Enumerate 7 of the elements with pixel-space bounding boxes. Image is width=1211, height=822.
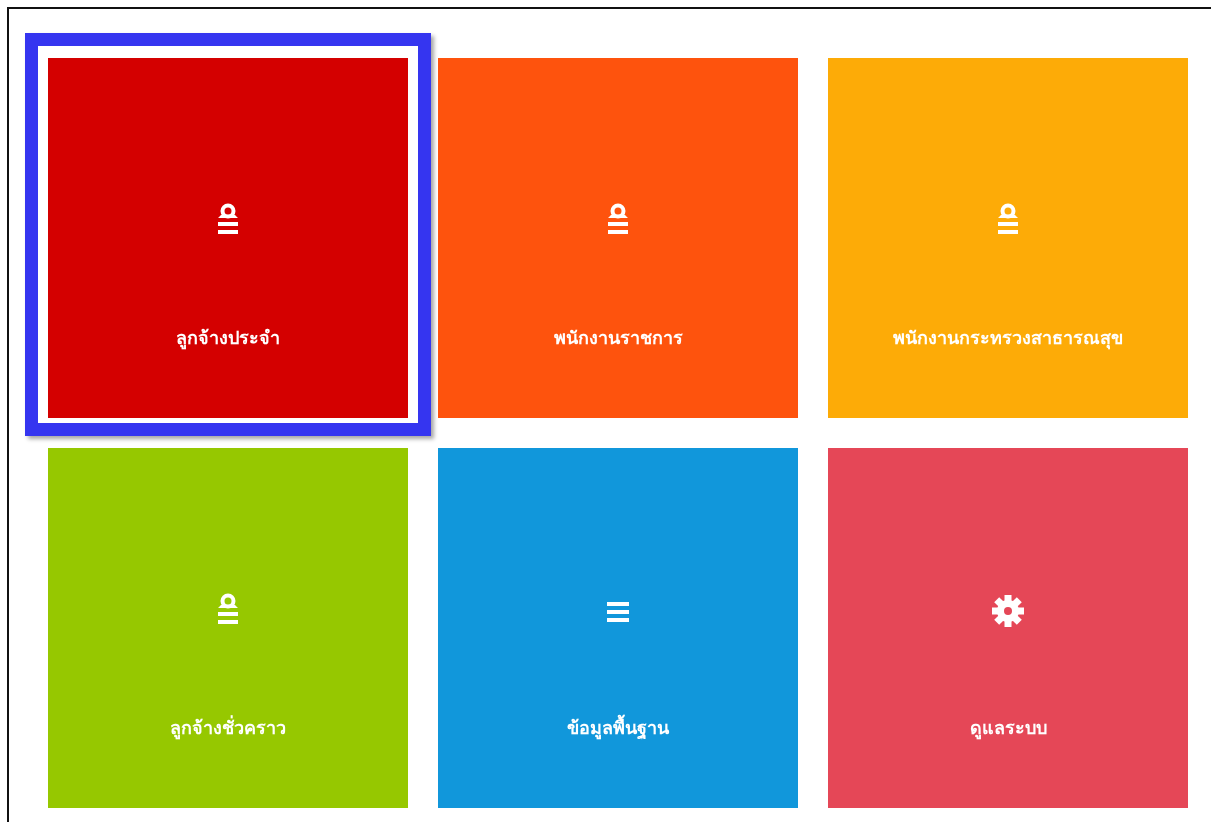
menu-tile[interactable]: ลูกจ้างชั่วคราว [48,448,408,808]
menu-tile[interactable]: ลูกจ้างประจำ [48,58,408,418]
settings-icon [990,593,1026,629]
menu-tile[interactable]: ดูแลระบบ [828,448,1188,808]
menu-tile[interactable]: พนักงานราชการ [438,58,798,418]
menu-tile[interactable]: พนักงานกระทรวงสาธารณสุข [828,58,1188,418]
menu-tile[interactable]: ข้อมูลพื้นฐาน [438,448,798,808]
